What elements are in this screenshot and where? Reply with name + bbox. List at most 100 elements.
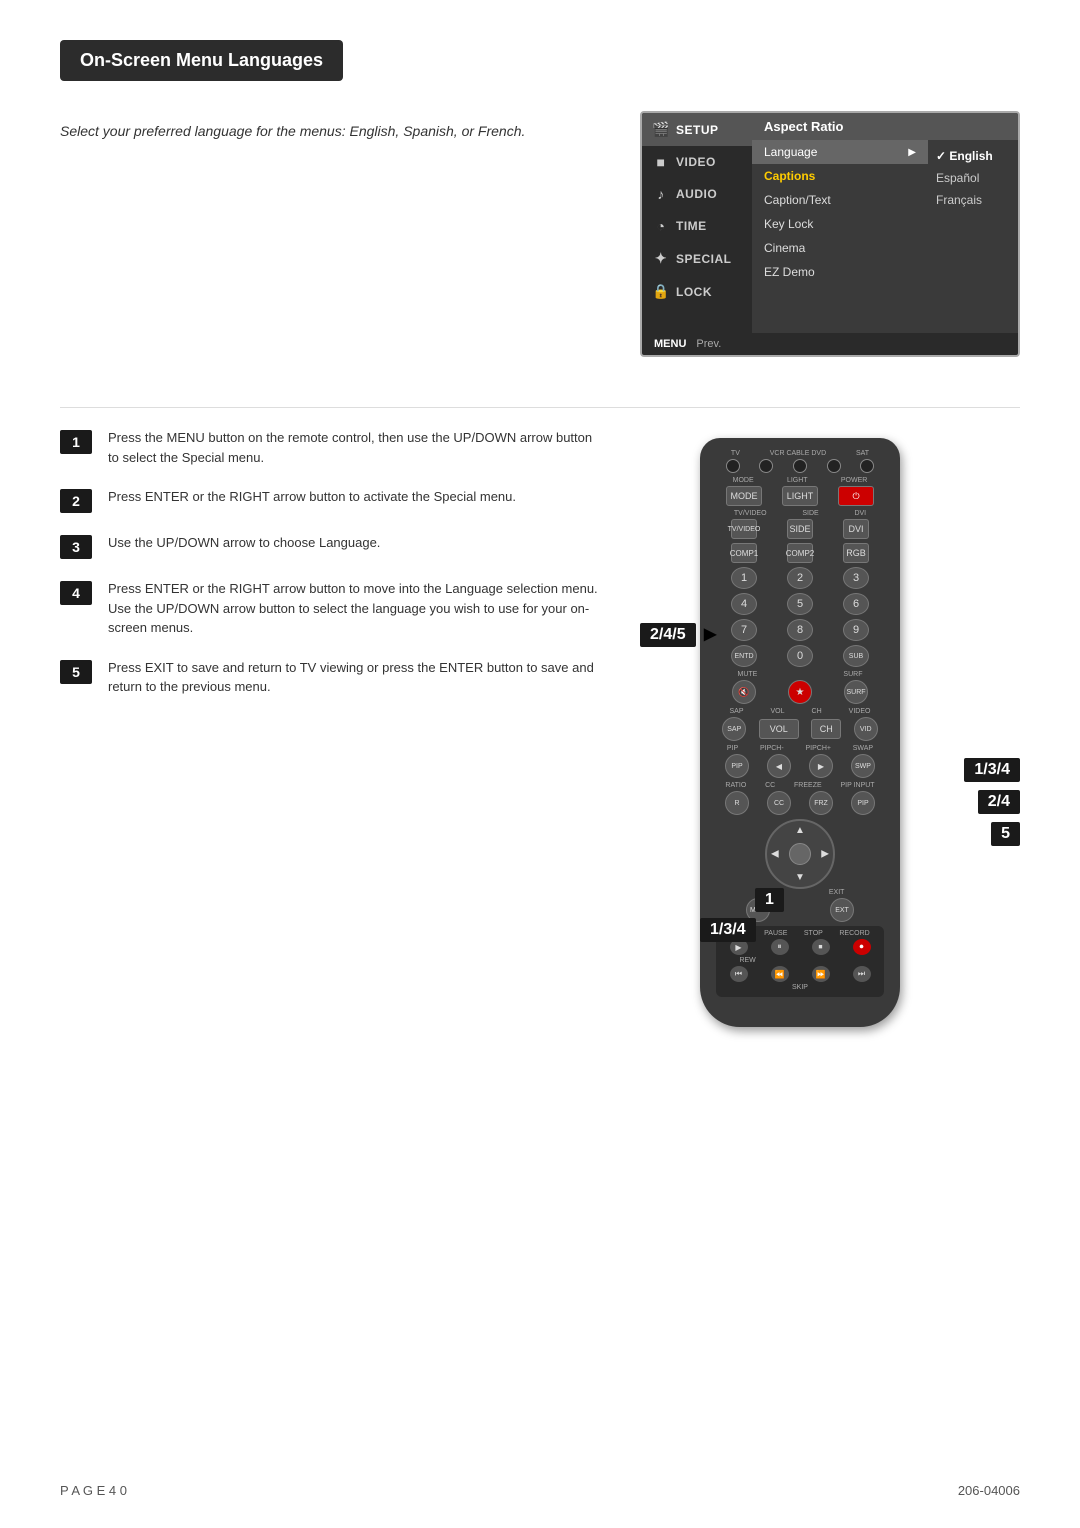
footer-page: P A G E 4 0 xyxy=(60,1483,127,1498)
menu-row-ez-demo[interactable]: EZ Demo xyxy=(752,260,928,284)
stop-btn[interactable]: ⏹ xyxy=(812,939,830,955)
nav-up-arrow[interactable]: ▲ xyxy=(795,825,805,836)
ch-btn[interactable]: CH xyxy=(811,719,841,739)
pipch-plus-btn[interactable]: ▶ xyxy=(809,754,833,778)
comp2-btn[interactable]: COMP2 xyxy=(787,543,813,563)
num-7-btn[interactable]: 7 xyxy=(731,619,757,641)
menu-item-setup[interactable]: 🎬 SETUP xyxy=(642,113,752,146)
ratio-row: R CC FRZ PIP xyxy=(716,791,884,815)
fav-btn[interactable]: ★ xyxy=(788,680,812,704)
num-8-btn[interactable]: 8 xyxy=(787,619,813,641)
num-0-btn[interactable]: 0 xyxy=(787,645,813,667)
exit-btn[interactable]: EXT xyxy=(830,898,854,922)
nav-down-arrow[interactable]: ▼ xyxy=(795,872,805,883)
step-number-4: 4 xyxy=(60,581,92,605)
description-text: Select your preferred language for the m… xyxy=(60,111,600,357)
vol-btn[interactable]: VOL xyxy=(759,719,799,739)
surf-btn[interactable]: SURF xyxy=(844,680,868,704)
step-number-2: 2 xyxy=(60,489,92,513)
menu-row-language[interactable]: Language xyxy=(752,140,928,164)
menu-item-time[interactable]: ◔ TIME xyxy=(642,210,752,242)
menu-row-cinema[interactable]: Cinema xyxy=(752,236,928,260)
tvvideo-btn[interactable]: TV/VIDEO xyxy=(731,519,757,539)
step-number-3: 3 xyxy=(60,535,92,559)
ratio-btn[interactable]: R xyxy=(725,791,749,815)
callout-24-right: 2/4 xyxy=(964,790,1020,814)
nav-center-btn[interactable] xyxy=(789,843,811,865)
freeze-btn[interactable]: FRZ xyxy=(809,791,833,815)
footer-code: 206-04006 xyxy=(958,1483,1020,1498)
rgb-btn[interactable]: RGB xyxy=(843,543,869,563)
record-btn[interactable]: ⏺ xyxy=(853,939,871,955)
remote-section: TV VCR CABLE DVD SAT xyxy=(640,428,1020,988)
num-4-btn[interactable]: 4 xyxy=(731,593,757,615)
remote-input-row: TV/VIDEO SIDE DVI xyxy=(716,519,884,539)
section-title: On-Screen Menu Languages xyxy=(60,40,343,81)
callout-134-right: 1/3/4 xyxy=(964,758,1020,782)
video-btn[interactable]: VID xyxy=(854,717,878,741)
power-btn[interactable]: ⏻ xyxy=(838,486,874,506)
pipch-minus-btn[interactable]: ◀ xyxy=(767,754,791,778)
nav-left-arrow[interactable]: ◀ xyxy=(771,849,779,860)
enter-btn[interactable]: ENTD xyxy=(731,645,757,667)
num-9-btn[interactable]: 9 xyxy=(843,619,869,641)
menu-item-video-label: VIDEO xyxy=(676,155,716,169)
num-5-btn[interactable]: 5 xyxy=(787,593,813,615)
vcr-btn[interactable] xyxy=(759,459,773,473)
mute-btn[interactable]: 🔇 xyxy=(732,680,756,704)
nav-ring[interactable]: ▲ ▼ ◀ ▶ xyxy=(765,819,835,889)
swap-btn[interactable]: SWP xyxy=(851,754,875,778)
num-2-btn[interactable]: 2 xyxy=(787,567,813,589)
step-number-1: 1 xyxy=(60,430,92,454)
menu-item-audio[interactable]: ♪ AUDIO xyxy=(642,178,752,210)
lang-espanol[interactable]: Español xyxy=(928,167,1018,189)
sub-btn[interactable]: SUB xyxy=(843,645,869,667)
mute-surf-row: 🔇 ★ SURF xyxy=(716,680,884,704)
step-row-2: 2 Press ENTER or the RIGHT arrow button … xyxy=(60,487,600,513)
step-row-5: 5 Press EXIT to save and return to TV vi… xyxy=(60,658,600,697)
cc-btn[interactable]: CC xyxy=(767,791,791,815)
num-1-btn[interactable]: 1 xyxy=(731,567,757,589)
menu-bottom-menu: MENU xyxy=(654,338,686,350)
num-6-btn[interactable]: 6 xyxy=(843,593,869,615)
nav-right-arrow[interactable]: ▶ xyxy=(821,849,829,860)
tv-menu: 🎬 SETUP ■ VIDEO ♪ AUDIO ◔ TIME xyxy=(640,111,1020,357)
pip-btn[interactable]: PIP xyxy=(725,754,749,778)
tv-btn[interactable] xyxy=(726,459,740,473)
cable-btn[interactable] xyxy=(793,459,807,473)
pipinput-btn[interactable]: PIP xyxy=(851,791,875,815)
skip-btn[interactable]: ⏭ xyxy=(853,966,871,982)
side-btn[interactable]: SIDE xyxy=(787,519,813,539)
sap-row-labels: SAPVOLCHVIDEO xyxy=(716,708,884,715)
rew-btn[interactable]: ⏮ xyxy=(730,966,748,982)
sap-btn[interactable]: SAP xyxy=(722,717,746,741)
menu-item-special[interactable]: ✦ SPECIAL xyxy=(642,242,752,275)
lang-english[interactable]: English xyxy=(928,145,1018,167)
light-btn[interactable]: LIGHT xyxy=(782,486,818,506)
sat-btn[interactable] xyxy=(860,459,874,473)
menu-exit-labels: MENUEXIT xyxy=(716,889,884,896)
language-label: Language xyxy=(764,145,817,159)
comp1-btn[interactable]: COMP1 xyxy=(731,543,757,563)
menu-item-lock[interactable]: 🔒 LOCK xyxy=(642,275,752,308)
mode-btn[interactable]: MODE xyxy=(726,486,762,506)
time-icon: ◔ xyxy=(652,218,670,234)
rew2-btn[interactable]: ⏪ xyxy=(771,966,789,982)
step-text-1: Press the MENU button on the remote cont… xyxy=(108,428,600,467)
callout-arrow-245: ▶ xyxy=(704,626,716,643)
pause-btn[interactable]: ⏸ xyxy=(771,939,789,955)
dvi-btn[interactable]: DVI xyxy=(843,519,869,539)
menu-row-caption-text[interactable]: Caption/Text xyxy=(752,188,928,212)
lang-francais[interactable]: Français xyxy=(928,189,1018,211)
menu-item-video[interactable]: ■ VIDEO xyxy=(642,146,752,178)
num-3-btn[interactable]: 3 xyxy=(843,567,869,589)
menu-row-captions[interactable]: Captions xyxy=(752,164,928,188)
fwd-btn[interactable]: ⏩ xyxy=(812,966,830,982)
dvd-btn[interactable] xyxy=(827,459,841,473)
menu-left-sidebar: 🎬 SETUP ■ VIDEO ♪ AUDIO ◔ TIME xyxy=(642,113,752,333)
menu-row-key-lock[interactable]: Key Lock xyxy=(752,212,928,236)
callout-1: 1 xyxy=(755,888,784,912)
menu-item-lock-label: LOCK xyxy=(676,285,712,299)
step-text-4: Press ENTER or the RIGHT arrow button to… xyxy=(108,579,600,638)
callout-badge-24-right: 2/4 xyxy=(978,790,1020,814)
